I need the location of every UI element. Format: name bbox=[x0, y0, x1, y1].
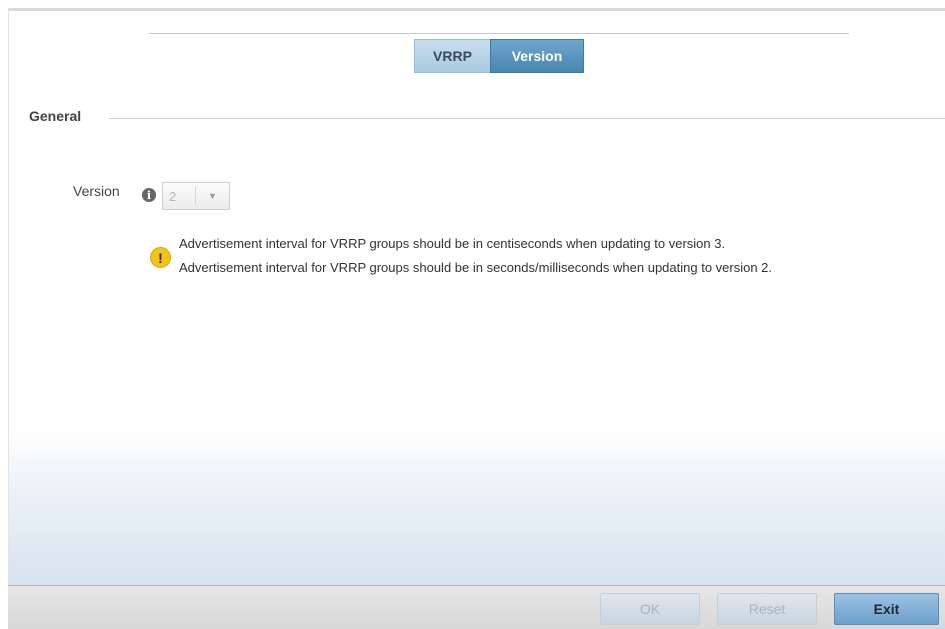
info-icon[interactable]: i bbox=[142, 188, 156, 202]
exit-button[interactable]: Exit bbox=[834, 593, 939, 625]
warning-message-line2: Advertisement interval for VRRP groups s… bbox=[179, 260, 773, 275]
ok-button[interactable]: OK bbox=[600, 593, 700, 625]
dialog-panel: VRRP Version General Version i 2 ▼ ! Adv… bbox=[8, 8, 945, 629]
section-title-general: General bbox=[29, 108, 82, 124]
version-select[interactable]: 2 ▼ bbox=[162, 182, 230, 210]
warning-icon: ! bbox=[150, 247, 171, 268]
reset-button[interactable]: Reset bbox=[717, 593, 817, 625]
tab-version[interactable]: Version bbox=[490, 39, 584, 73]
top-divider bbox=[149, 33, 849, 34]
version-label: Version bbox=[73, 183, 120, 199]
chevron-down-icon[interactable]: ▼ bbox=[196, 191, 229, 201]
warning-message-line1: Advertisement interval for VRRP groups s… bbox=[179, 236, 726, 251]
tab-vrrp[interactable]: VRRP bbox=[414, 39, 490, 73]
section-divider bbox=[109, 118, 945, 119]
button-bar: OK Reset Exit bbox=[8, 585, 945, 629]
version-select-value: 2 bbox=[169, 188, 177, 204]
tab-bar: VRRP Version bbox=[414, 39, 584, 73]
